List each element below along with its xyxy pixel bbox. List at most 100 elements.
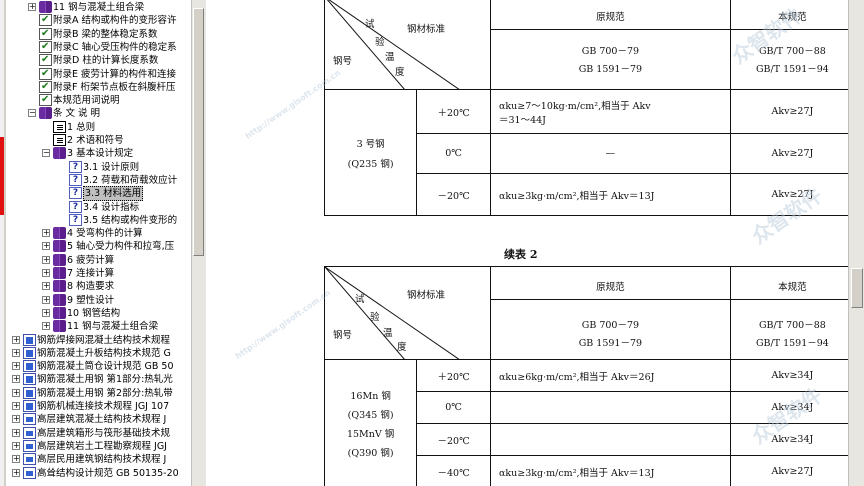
expand-icon[interactable]: + [12,468,20,477]
old-value-cell [490,391,731,424]
document-tree[interactable]: +11 钢与混凝土组合梁附录A 结构或构件的变形容许附录B 梁的整体稳定系数附录… [6,0,192,486]
q-icon: ? [69,213,82,226]
tree-item-label: 高层建筑混凝土结构技术规程 J [37,414,167,426]
tree-item-label: 钢筋混凝土升板结构技术规范 G [37,347,171,359]
header-test: 试 [355,294,365,305]
tree-item-label: 高层建筑岩土工程勘察规程 JGJ [37,440,167,452]
book-icon [53,253,66,266]
expand-icon[interactable]: + [12,348,20,357]
expand-icon[interactable]: + [12,375,20,384]
old-value-cell [490,423,731,456]
old-code-header: 原规范 [596,282,625,293]
new-value-cell: Akv≥34J [729,391,856,424]
expand-icon[interactable]: + [12,362,20,371]
collapse-icon[interactable]: − [28,109,36,118]
new-value-cell: Akv≥34J [729,359,856,392]
tree-item-label: 钢筋机械连接技术规程 JGJ 107 [37,401,170,412]
tree-item-label: 3.4 设计指标 [83,201,140,213]
diagonal-lines [325,267,460,360]
tree-item-label: 钢筋焊接网混凝土结构技术规程 [37,334,171,346]
tree-item-label: 3.2 荷载和荷载效应计 [83,174,178,186]
expand-icon[interactable]: + [12,402,20,410]
temp-cell: ＋20℃ [416,89,491,134]
tree-item-label: 3.1 设计原则 [83,161,140,173]
document-viewer[interactable]: 钢材标准 试 验 温 度 钢号 原规范 GB 700－79 GB 1591－79… [206,0,864,486]
expand-icon[interactable]: + [12,415,20,424]
tree-item-label: 钢筋混凝土筒仓设计规范 GB 50 [37,361,174,373]
diagonal-header: 钢材标准 试 验 温 度 钢号 [324,0,491,90]
header-check: 验 [375,37,385,48]
tree-item-label: 9 塑性设计 [67,294,115,306]
header-temp-b: 度 [397,342,407,353]
header-check: 验 [370,312,380,323]
book-icon [53,227,66,240]
expand-icon[interactable]: + [12,455,20,464]
expand-icon[interactable]: + [12,388,20,397]
tree-item-label: 11 钢与混凝土组合梁 [53,2,145,13]
tree-item-label: 4 受弯构件的计算 [67,228,143,240]
expand-icon[interactable]: + [42,308,50,317]
new-value-cell: Akv≥27J [729,173,856,216]
tree-item-label: 3 基本设计规定 [67,148,134,160]
q-icon: ? [69,173,82,186]
temp-cell: －20℃ [416,173,491,216]
check-icon [39,13,52,27]
grade-name: 15MnV 钢 [346,429,395,440]
expand-icon[interactable]: + [28,3,36,11]
diagonal-lines [326,0,460,90]
tree-scrollbar[interactable] [191,0,206,486]
expand-icon[interactable]: + [12,335,20,344]
expand-icon[interactable]: + [42,295,50,304]
expand-icon[interactable]: + [42,242,50,251]
new-value-cell: Akv≥34J [729,423,856,456]
book-icon [53,306,66,319]
header-temp-a: 温 [383,328,393,339]
expand-icon[interactable]: + [12,428,20,437]
check-icon [39,80,52,93]
book-icon [39,107,52,120]
expand-icon[interactable]: + [42,269,50,277]
tree-item-label: 本规范用词说明 [53,95,120,107]
steel-impact-table-1: 钢材标准 试 验 温 度 钢号 原规范 GB 700－79 GB 1591－79… [323,0,856,216]
temp-cell: －20℃ [416,423,491,456]
viewer-scroll-thumb[interactable] [851,268,863,308]
tree-item-label: 7 连接计算 [67,268,115,279]
viewer-scrollbar[interactable] [848,0,864,486]
tree-item-label: 高耸结构设计规范 GB 50135-20 [37,467,179,479]
red-marker [0,137,4,215]
tree-item-label: 附录D 柱的计算长度系数 [53,55,159,67]
header-steel-std: 钢材标准 [407,290,446,301]
tree-scroll-thumb[interactable] [193,8,204,256]
docs2-icon [23,426,36,439]
temp-cell: 0℃ [416,391,491,424]
grade-alias: (Q345 钢) [347,410,394,421]
page-icon [53,134,66,146]
docs2-icon [23,453,36,466]
q-icon: ? [69,187,82,200]
expand-icon[interactable]: + [42,229,50,238]
grade-name: 16Mn 钢 [350,391,391,402]
tree-item-label: 钢筋混凝土用钢 第1部分:热轧光 [37,374,173,386]
collapse-icon[interactable]: − [42,149,50,158]
book-icon [53,280,66,293]
expand-icon[interactable]: + [42,322,50,331]
check-icon [39,27,52,40]
temp-cell: －40℃ [416,455,491,486]
new-code-header-cell: 本规范 GB/T 700－88 GB/T 1591－94 [729,266,856,360]
expand-icon[interactable]: + [42,282,50,291]
old-std-1: GB 700－79 [581,320,640,331]
book-icon [53,240,66,253]
expand-icon[interactable]: + [42,255,50,264]
new-std-1: GB/T 700－88 [758,320,826,331]
tree-item-label: 6 疲劳计算 [67,254,115,266]
grade-cell: 16Mn 钢 (Q345 钢) 15MnV 钢 (Q390 钢) [323,359,418,486]
book-icon [53,147,66,160]
old-value-cell: αku≥7～10kg·m/cm²,相当于 Akv ＝31～44J [490,89,731,134]
old-value-cell: αku≥3kg·m/cm²,相当于 Akv＝13J [490,455,731,486]
docs2-icon [23,413,36,426]
new-code-header-cell: 本规范 GB/T 700－88 GB/T 1591－94 [729,0,856,90]
new-code-header: 本规范 [778,282,807,293]
q-icon: ? [69,200,82,213]
grade-alias: (Q390 钢) [347,448,394,459]
expand-icon[interactable]: + [12,441,20,450]
